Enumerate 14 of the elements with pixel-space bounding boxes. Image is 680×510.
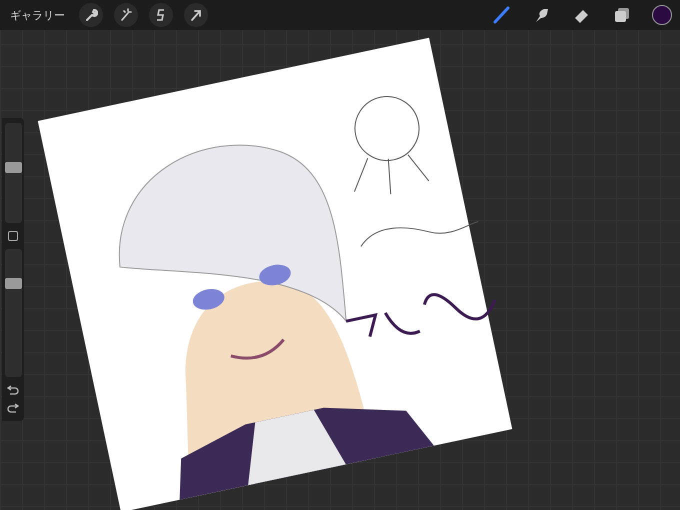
modify-button-icon[interactable] — [8, 231, 18, 241]
opacity-slider[interactable] — [4, 249, 22, 377]
slider-thumb[interactable] — [4, 162, 22, 173]
undo-icon[interactable] — [7, 385, 19, 395]
gallery-button[interactable]: ギャラリー — [10, 8, 65, 22]
color-swatch[interactable] — [652, 5, 672, 25]
slider-thumb[interactable] — [4, 278, 22, 289]
selection-icon[interactable] — [149, 3, 173, 27]
magic-wand-icon[interactable] — [114, 3, 138, 27]
layers-tool-icon[interactable] — [612, 5, 632, 25]
wrench-icon[interactable] — [79, 3, 103, 27]
redo-icon[interactable] — [7, 403, 19, 413]
brush-tool-icon[interactable] — [492, 5, 512, 25]
brush-size-slider[interactable] — [4, 123, 22, 223]
